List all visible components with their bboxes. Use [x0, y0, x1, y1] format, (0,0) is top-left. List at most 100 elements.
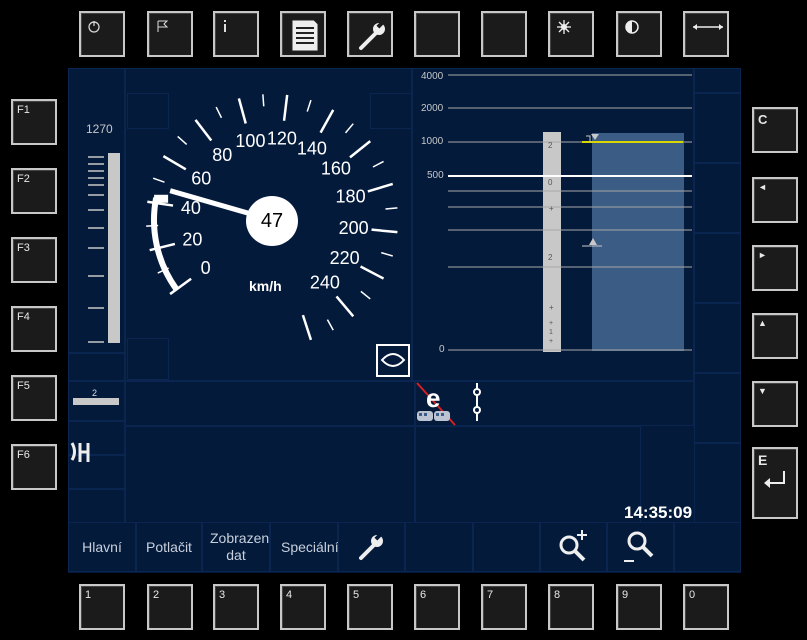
menu-empty-7[interactable]	[473, 522, 540, 572]
speed-tick-label: 160	[321, 159, 351, 179]
speed-tick	[149, 242, 176, 252]
status-icons: e	[416, 382, 481, 426]
info-icon	[224, 20, 226, 32]
key-1[interactable]: 1	[79, 584, 125, 630]
document-key[interactable]	[280, 11, 326, 57]
pantograph-icon	[473, 383, 481, 421]
key-3[interactable]: 3	[213, 584, 259, 630]
speed-tick	[262, 94, 265, 107]
speed-tick	[344, 123, 354, 134]
menu-main-label: Hlavní	[82, 538, 122, 555]
up-arrow-key[interactable]: ▲	[752, 313, 798, 359]
distance-label-2000: 2000	[421, 103, 444, 114]
speed-tick-label: 200	[339, 218, 369, 238]
key-label: 3	[219, 589, 226, 601]
menu-override-button[interactable]: Potlačit	[136, 522, 202, 572]
menu-override-label: Potlačit	[146, 538, 192, 555]
contrast-key[interactable]	[616, 11, 662, 57]
speed-tick-label: 240	[310, 273, 340, 293]
dmi-screen: 1270 0 20 40 60 80 100 120 140 160 180 200 220 240 4…	[68, 68, 741, 573]
key-8[interactable]: 8	[548, 584, 594, 630]
f4-key[interactable]: F4	[11, 306, 57, 352]
brightness-key[interactable]	[548, 11, 594, 57]
bottom-menu: Hlavní Potlačit Zobrazení dat Speciální	[68, 522, 741, 572]
key-label: 6	[420, 589, 427, 601]
distance-label-0: 0	[439, 344, 445, 355]
left-arrow-key[interactable]: ◄	[752, 177, 798, 223]
zoom-in-button[interactable]	[540, 522, 607, 572]
enter-icon	[764, 471, 785, 488]
key-4[interactable]: 4	[280, 584, 326, 630]
menu-special-button[interactable]: Speciální	[270, 522, 339, 572]
right-cell-4	[694, 233, 741, 303]
info-key[interactable]	[213, 11, 259, 57]
flag-key[interactable]	[147, 11, 193, 57]
level-indicator: 2	[73, 388, 119, 406]
menu-empty-10[interactable]	[674, 522, 741, 572]
arrow-left-icon: ◄	[758, 182, 767, 192]
f1-label: F1	[17, 104, 30, 116]
track-label: +	[549, 338, 554, 345]
f2-key[interactable]: F2	[11, 168, 57, 214]
planning-area	[448, 74, 692, 352]
speed-tick	[162, 155, 187, 171]
speed-tick	[282, 94, 289, 121]
track-label: 1	[549, 329, 553, 336]
speed-arc-end	[154, 194, 169, 203]
menu-main-button[interactable]: Hlavní	[68, 522, 136, 572]
blank-key-7[interactable]	[481, 11, 527, 57]
f3-label: F3	[17, 242, 30, 254]
key-label: 0	[689, 589, 696, 601]
menu-data-view-button[interactable]: Zobrazení dat	[202, 522, 273, 572]
info-area	[415, 426, 641, 523]
speed-tick	[381, 251, 393, 257]
speed-tick	[372, 160, 384, 168]
contrast-icon	[625, 20, 639, 34]
speed-tick	[335, 295, 355, 318]
key-label: 7	[487, 589, 494, 601]
key-6[interactable]: 6	[414, 584, 460, 630]
speed-unit: km/h	[249, 278, 282, 294]
distance-label-500: 500	[427, 170, 444, 181]
f5-key[interactable]: F5	[11, 375, 57, 421]
f6-label: F6	[17, 449, 30, 461]
key-0[interactable]: 0	[683, 584, 729, 630]
speedometer: 020406080100 120 140160180200220240	[146, 94, 398, 341]
width-key[interactable]	[683, 11, 729, 57]
speed-tick	[177, 135, 188, 145]
f3-key[interactable]: F3	[11, 237, 57, 283]
speed-tick-label: 220	[330, 248, 360, 268]
menu-settings-button[interactable]	[338, 522, 405, 572]
key-7[interactable]: 7	[481, 584, 527, 630]
clock: 14:35:09	[624, 503, 693, 522]
power-key[interactable]	[79, 11, 125, 57]
right-arrow-key[interactable]: ►	[752, 245, 798, 291]
f2-label: F2	[17, 173, 30, 185]
key-5[interactable]: 5	[347, 584, 393, 630]
speed-tick	[385, 207, 398, 210]
right-cell-1	[694, 68, 741, 93]
speed-tick-label: 20	[182, 230, 202, 250]
arrow-down-icon: ▼	[758, 386, 767, 396]
document-icon	[291, 19, 319, 52]
f5-label: F5	[17, 380, 30, 392]
f6-key[interactable]: F6	[11, 444, 57, 490]
brightness-icon	[557, 20, 571, 34]
track-label: +	[549, 204, 554, 213]
down-arrow-key[interactable]: ▼	[752, 381, 798, 427]
f1-key[interactable]: F1	[11, 99, 57, 145]
b-row	[125, 381, 415, 426]
zoom-out-button[interactable]	[607, 522, 674, 572]
right-cell-7	[694, 443, 741, 523]
right-cell-5	[694, 303, 741, 373]
c-key[interactable]: C	[752, 107, 798, 153]
enter-key[interactable]: E	[752, 447, 798, 519]
blank-key-6[interactable]	[414, 11, 460, 57]
key-9[interactable]: 9	[616, 584, 662, 630]
track-label: 2	[548, 141, 553, 150]
arrow-up-icon: ▲	[758, 318, 767, 328]
settings-key[interactable]	[347, 11, 393, 57]
no-passenger-icon: e	[416, 382, 456, 426]
menu-empty-6[interactable]	[405, 522, 473, 572]
key-2[interactable]: 2	[147, 584, 193, 630]
